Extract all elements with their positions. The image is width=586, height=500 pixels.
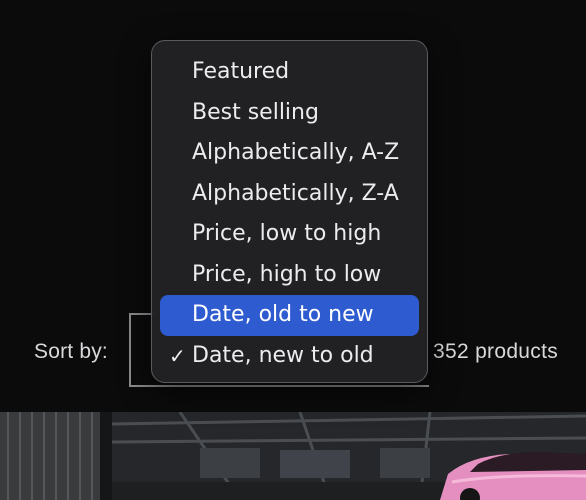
sort-option-label: Alphabetically, Z-A xyxy=(192,180,399,206)
sort-option-alpha-az[interactable]: Alphabetically, A-Z xyxy=(160,133,419,174)
sort-option-label: Featured xyxy=(192,59,290,84)
sort-option-alpha-za[interactable]: Alphabetically, Z-A xyxy=(160,174,419,215)
product-count: 352 products xyxy=(433,340,559,363)
sort-option-date-old-new[interactable]: Date, old to new xyxy=(160,295,419,336)
sort-option-label: Date, new to old xyxy=(192,342,374,368)
sort-option-label: Price, low to high xyxy=(192,221,382,246)
sort-option-label: Best selling xyxy=(192,99,319,125)
sort-option-best-selling[interactable]: Best selling xyxy=(160,93,419,134)
sort-option-price-high-low[interactable]: Price, high to low xyxy=(160,255,419,296)
sort-by-label: Sort by: xyxy=(34,340,108,363)
sort-option-label: Alphabetically, A-Z xyxy=(192,140,400,165)
product-photo xyxy=(0,412,586,500)
sort-option-price-low-high[interactable]: Price, low to high xyxy=(160,214,419,255)
sort-option-date-new-old[interactable]: ✓ Date, new to old xyxy=(160,336,419,377)
sort-option-label: Price, high to low xyxy=(192,261,382,287)
checkmark-icon: ✓ xyxy=(169,343,186,368)
product-image[interactable] xyxy=(0,412,586,500)
sort-option-label: Date, old to new xyxy=(192,302,374,327)
sort-dropdown-menu[interactable]: Featured Best selling Alphabetically, A-… xyxy=(151,40,428,383)
sort-option-featured[interactable]: Featured xyxy=(160,52,419,93)
